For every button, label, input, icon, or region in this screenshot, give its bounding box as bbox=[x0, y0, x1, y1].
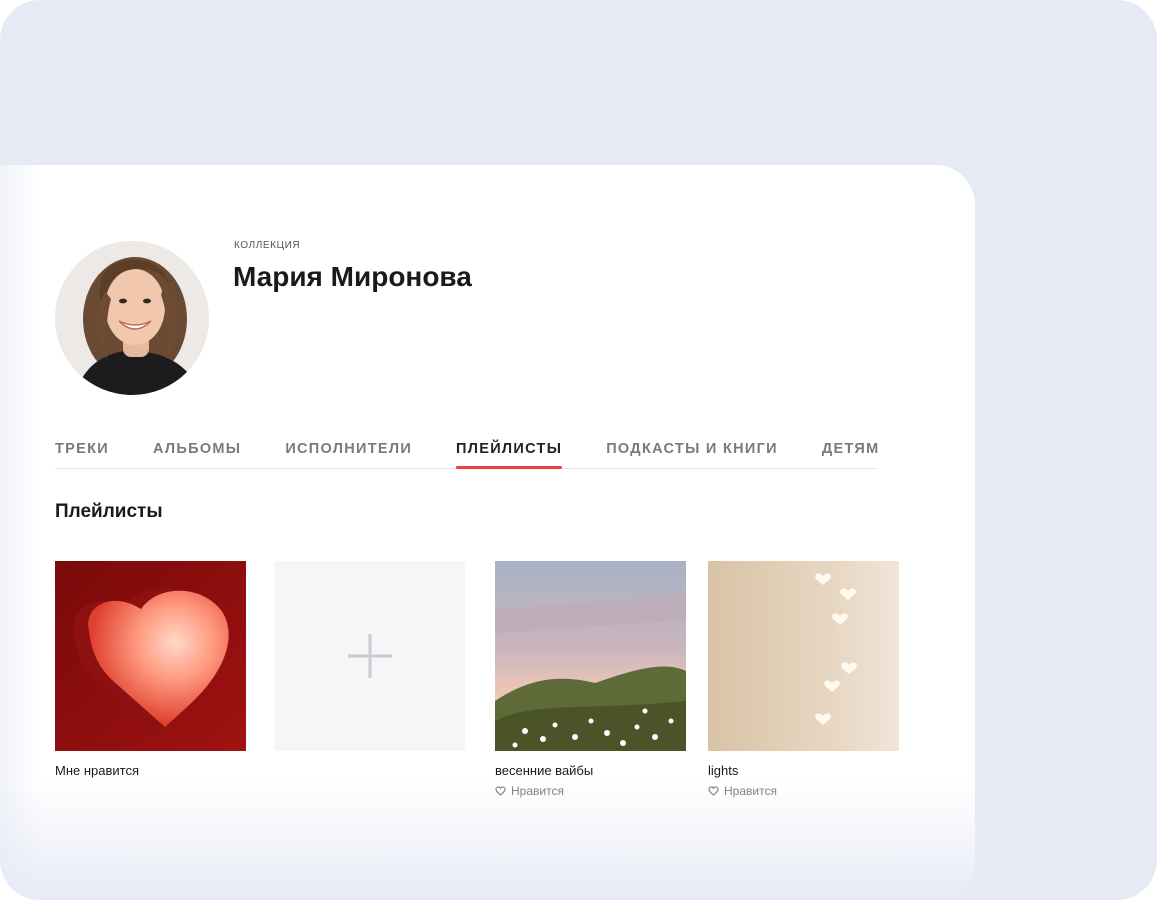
stage: Коллекция Мария Миронова ТРЕКИ АЛЬБОМЫ И… bbox=[0, 0, 1157, 900]
likes-label: Нравится bbox=[724, 784, 777, 798]
playlist-card-spring[interactable]: весенние вайбы Нравится bbox=[495, 561, 686, 798]
section-title: Плейлисты bbox=[55, 501, 163, 522]
heart-outline-icon bbox=[708, 786, 719, 796]
tab-albums[interactable]: АЛЬБОМЫ bbox=[153, 431, 241, 468]
avatar[interactable] bbox=[55, 241, 209, 395]
likes-row[interactable]: Нравится bbox=[495, 784, 686, 798]
spring-field-cover[interactable] bbox=[495, 561, 686, 751]
heart-outline-icon bbox=[495, 786, 506, 796]
playlist-title: весенние вайбы bbox=[495, 763, 594, 778]
plus-icon bbox=[347, 634, 392, 678]
collection-tabs: ТРЕКИ АЛЬБОМЫ ИСПОЛНИТЕЛИ ПЛЕЙЛИСТЫ ПОДК… bbox=[55, 431, 880, 469]
heart-cover-icon[interactable] bbox=[55, 561, 246, 751]
playlist-title: Мне нравится bbox=[55, 763, 140, 778]
profile-name: Мария Миронова bbox=[233, 261, 472, 292]
tab-playlists[interactable]: ПЛЕЙЛИСТЫ bbox=[456, 431, 563, 469]
tab-tracks[interactable]: ТРЕКИ bbox=[55, 431, 109, 468]
tab-artists[interactable]: ИСПОЛНИТЕЛИ bbox=[285, 431, 412, 468]
collection-label: Коллекция bbox=[234, 240, 301, 251]
playlist-card-liked[interactable]: Мне нравится bbox=[55, 561, 246, 778]
lights-cover[interactable] bbox=[708, 561, 899, 751]
tab-podcasts-books[interactable]: ПОДКАСТЫ И КНИГИ bbox=[606, 431, 778, 468]
add-playlist-card[interactable] bbox=[274, 561, 465, 751]
playlist-card-lights[interactable]: lights Нравится bbox=[708, 561, 899, 798]
playlist-title: lights bbox=[708, 763, 739, 778]
likes-label: Нравится bbox=[511, 784, 564, 798]
likes-row[interactable]: Нравится bbox=[708, 784, 899, 798]
add-playlist-button[interactable] bbox=[274, 561, 465, 751]
tab-kids[interactable]: ДЕТЯМ bbox=[822, 431, 880, 468]
card-edge-fade bbox=[0, 165, 40, 900]
collection-card: Коллекция Мария Миронова ТРЕКИ АЛЬБОМЫ И… bbox=[0, 165, 975, 900]
